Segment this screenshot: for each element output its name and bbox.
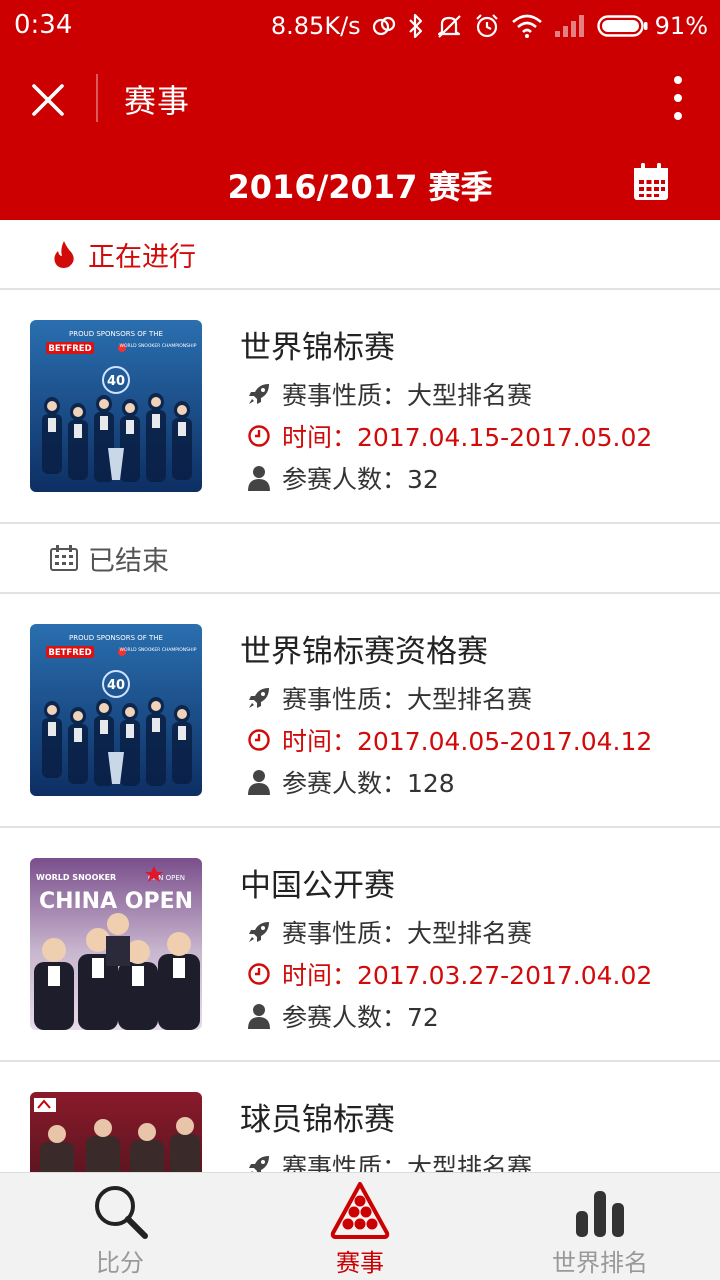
event-poster: PROUD SPONSORS OF THE BETFRED WORLD SNOO… [30, 320, 202, 492]
tab-world-ranking[interactable]: 世界排名 [480, 1173, 720, 1280]
person-icon [246, 1003, 272, 1029]
bottom-tab-bar: 比分 赛事 世界排名 [0, 1172, 720, 1280]
search-icon [90, 1181, 150, 1241]
section-finished: 已结束 [0, 524, 720, 594]
fire-icon [50, 240, 78, 268]
app-bar-divider [96, 74, 98, 122]
event-item[interactable]: PROUD SPONSORS OF THE BETFRED WORLD SNOO… [0, 290, 720, 524]
calendar-button[interactable] [632, 162, 670, 202]
rocket-icon [246, 919, 272, 945]
section-ongoing-label: 正在进行 [88, 241, 196, 273]
status-icons: 8.85K/s 91% [271, 8, 708, 44]
bar-chart-icon [570, 1181, 630, 1241]
net-speed: 8.85K/s [270, 12, 361, 40]
mute-icon [435, 12, 463, 40]
app-bar: 赛事 [0, 52, 720, 144]
event-name: 世界锦标赛 [240, 330, 395, 366]
tab-scores[interactable]: 比分 [0, 1173, 240, 1280]
tab-events[interactable]: 赛事 [240, 1173, 480, 1280]
clock-icon [246, 961, 272, 987]
battery-indicator: 91% [596, 12, 708, 40]
svg-text:BETFRED: BETFRED [48, 344, 91, 354]
svg-text:WORLD SNOOKER CHAMPIONSHIP: WORLD SNOOKER CHAMPIONSHIP [120, 647, 197, 653]
svg-text:WORLD SNOOKER CHAMPIONSHIP: WORLD SNOOKER CHAMPIONSHIP [120, 343, 197, 349]
wifi-icon [511, 13, 543, 39]
event-players-text: 参赛人数：72 [282, 1003, 439, 1032]
snooker-balls-icon [330, 1181, 390, 1241]
event-item[interactable]: 球员锦标赛 赛事性质：大型排名赛 [0, 1062, 720, 1172]
event-time: 时间：2017.04.05-2017.04.12 [246, 722, 652, 758]
event-players-text: 参赛人数：32 [282, 465, 439, 494]
bluetooth-icon [407, 12, 425, 40]
event-players-text: 参赛人数：128 [282, 769, 455, 798]
event-type: 赛事性质：大型排名赛 [246, 680, 532, 716]
battery-percent: 91% [654, 12, 708, 40]
event-list[interactable]: 正在进行 PROUD SPONSORS OF THE BETFRED WORLD… [0, 220, 720, 1172]
rocket-icon [246, 381, 272, 407]
section-finished-label: 已结束 [88, 545, 169, 577]
event-name: 球员锦标赛 [240, 1102, 395, 1138]
person-icon [246, 465, 272, 491]
status-bar: 0:34 8.85K/s 91% [0, 0, 720, 52]
person-icon [246, 769, 272, 795]
svg-text:WORLD SNOOKER: WORLD SNOOKER [36, 873, 116, 882]
season-bar: 2016/2017 赛季 [0, 144, 720, 220]
more-options-button[interactable] [666, 76, 690, 120]
status-time: 0:34 [14, 10, 73, 40]
section-ongoing: 正在进行 [0, 220, 720, 290]
event-name: 世界锦标赛资格赛 [240, 634, 488, 670]
tab-events-label: 赛事 [336, 1249, 384, 1277]
close-icon [32, 84, 64, 116]
event-time: 时间：2017.04.15-2017.05.02 [246, 418, 652, 454]
event-players: 参赛人数：32 [246, 460, 439, 496]
event-players: 参赛人数：128 [246, 764, 455, 800]
event-item[interactable]: WORLD SNOOKER CHN OPEN CHINA OPEN 中国公开赛 … [0, 828, 720, 1062]
page-title: 赛事 [124, 82, 191, 120]
event-type-text: 赛事性质：大型排名赛 [282, 1153, 533, 1172]
event-type-text: 赛事性质：大型排名赛 [282, 381, 533, 410]
svg-text:PROUD SPONSORS OF THE: PROUD SPONSORS OF THE [69, 330, 163, 338]
sync-icon [371, 13, 397, 39]
signal-icon [553, 13, 587, 39]
event-type-text: 赛事性质：大型排名赛 [282, 919, 533, 948]
svg-text:40: 40 [107, 374, 125, 389]
alarm-icon [473, 12, 501, 40]
close-button[interactable] [22, 74, 74, 126]
tab-scores-label: 比分 [96, 1249, 144, 1277]
svg-text:CHINA OPEN: CHINA OPEN [39, 889, 193, 914]
event-item[interactable]: PROUD SPONSORS OF THE BETFRED WORLD SNOO… [0, 594, 720, 828]
event-time-text: 时间：2017.03.27-2017.04.02 [282, 961, 653, 990]
rocket-icon [246, 1153, 272, 1172]
event-time-text: 时间：2017.04.15-2017.05.02 [282, 423, 653, 452]
svg-text:BETFRED: BETFRED [48, 648, 91, 658]
event-type: 赛事性质：大型排名赛 [246, 376, 532, 412]
event-type: 赛事性质：大型排名赛 [246, 914, 532, 950]
clock-icon [246, 727, 272, 753]
season-title[interactable]: 2016/2017 赛季 [0, 162, 720, 208]
svg-text:PROUD SPONSORS OF THE: PROUD SPONSORS OF THE [69, 634, 163, 642]
event-poster: PROUD SPONSORS OF THE BETFRED WORLD SNOO… [30, 624, 202, 796]
event-poster [30, 1092, 202, 1172]
clock-icon [246, 423, 272, 449]
event-name: 中国公开赛 [240, 868, 395, 904]
calendar-icon [634, 163, 668, 200]
svg-text:40: 40 [107, 678, 125, 693]
event-poster: WORLD SNOOKER CHN OPEN CHINA OPEN [30, 858, 202, 1030]
event-type-text: 赛事性质：大型排名赛 [282, 685, 533, 714]
calendar-icon [50, 544, 78, 572]
tab-world-ranking-label: 世界排名 [552, 1249, 648, 1277]
event-type: 赛事性质：大型排名赛 [246, 1148, 532, 1172]
battery-icon [596, 15, 648, 37]
event-players: 参赛人数：72 [246, 998, 439, 1034]
event-time: 时间：2017.03.27-2017.04.02 [246, 956, 652, 992]
event-time-text: 时间：2017.04.05-2017.04.12 [282, 727, 653, 756]
rocket-icon [246, 685, 272, 711]
